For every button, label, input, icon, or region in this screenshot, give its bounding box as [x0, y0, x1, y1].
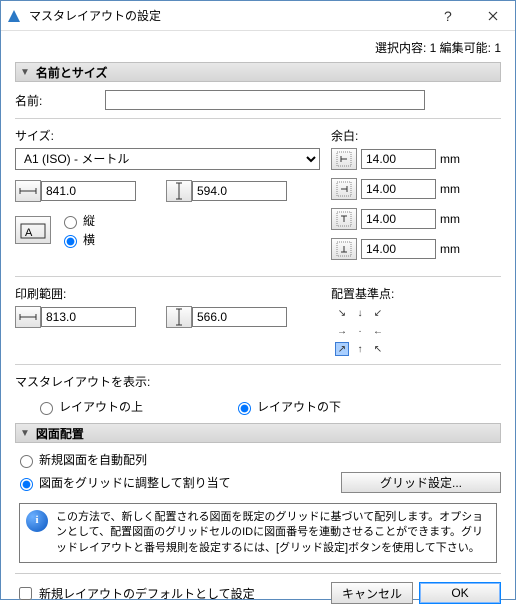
print-height-icon [166, 306, 192, 328]
unit-label: mm [440, 182, 460, 196]
selection-info: 選択内容: 1 編集可能: 1 [15, 35, 501, 62]
margin-label: 余白: [331, 127, 501, 144]
ok-button[interactable]: OK [419, 582, 501, 604]
orientation-preview: A [15, 216, 51, 244]
unit-label: mm [440, 242, 460, 256]
margin-bottom-input[interactable] [361, 239, 436, 259]
print-label: 印刷範囲: [15, 285, 331, 302]
display-below[interactable]: レイアウトの下 [233, 398, 341, 415]
height-icon [166, 180, 192, 202]
size-label: サイズ: [15, 127, 331, 144]
section-title: 名前とサイズ [36, 64, 108, 81]
margin-bottom-icon [331, 238, 357, 260]
orient-vertical[interactable]: 縦 [59, 212, 95, 229]
svg-text:?: ? [444, 9, 452, 23]
name-label: 名前: [15, 92, 105, 109]
margin-top-icon [331, 208, 357, 230]
section-title: 図面配置 [36, 425, 84, 442]
info-text: この方法で、新しく配置される図面を既定のグリッドに基づいて配列します。オプション… [56, 510, 490, 556]
width-icon [15, 180, 41, 202]
window-title: マスタレイアウトの設定 [29, 7, 425, 24]
close-button[interactable] [470, 1, 515, 31]
help-button[interactable]: ? [425, 1, 470, 31]
auto-place[interactable]: 新規図面を自動配列 [15, 451, 501, 468]
info-icon: i [26, 510, 48, 532]
print-width-input[interactable] [41, 307, 136, 327]
width-input[interactable] [41, 181, 136, 201]
margin-top-input[interactable] [361, 209, 436, 229]
name-input[interactable] [105, 90, 425, 110]
anchor-label: 配置基準点: [331, 285, 501, 302]
section-drawing[interactable]: ▼ 図面配置 [15, 423, 501, 443]
margin-left-icon [331, 148, 357, 170]
cancel-button[interactable]: キャンセル [331, 582, 413, 604]
margin-right-icon [331, 178, 357, 200]
collapse-icon: ▼ [20, 428, 30, 439]
height-input[interactable] [192, 181, 287, 201]
unit-label: mm [440, 212, 460, 226]
section-name-size[interactable]: ▼ 名前とサイズ [15, 62, 501, 82]
unit-label: mm [440, 152, 460, 166]
margin-left-input[interactable] [361, 149, 436, 169]
display-above[interactable]: レイアウトの上 [35, 398, 143, 415]
svg-text:A: A [25, 227, 33, 239]
margin-right-input[interactable] [361, 179, 436, 199]
collapse-icon: ▼ [20, 67, 30, 78]
app-icon [7, 8, 23, 24]
size-select[interactable]: A1 (ISO) - メートル [15, 148, 320, 170]
grid-place[interactable]: 図面をグリッドに調整して割り当て [15, 474, 231, 491]
anchor-grid[interactable]: ↘↓↙ →·← ↗↑↖ [335, 306, 385, 356]
display-label: マスタレイアウトを表示: [15, 373, 501, 390]
orient-horizontal[interactable]: 横 [59, 231, 95, 248]
print-width-icon [15, 306, 41, 328]
grid-settings-button[interactable]: グリッド設定... [341, 472, 501, 493]
print-height-input[interactable] [192, 307, 287, 327]
